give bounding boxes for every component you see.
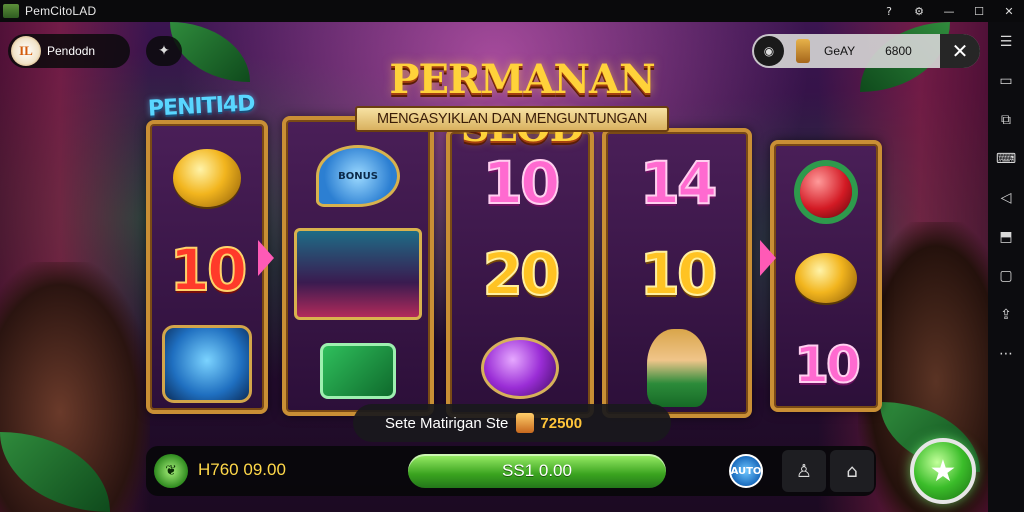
reel-symbol-coin <box>774 236 878 320</box>
window-titlebar: PemCitoLAD ? ⚙ — ☐ ✕ <box>0 0 1024 22</box>
reel-symbol-number: 10 <box>169 236 249 304</box>
home-button[interactable]: ⌂ <box>830 450 874 492</box>
help-icon[interactable]: ? <box>874 0 904 22</box>
win-display: Sete Matirigan Ste 72500 <box>353 404 671 442</box>
reel-symbol-number: 10 <box>482 149 562 217</box>
reel-2: BONUS <box>282 116 434 416</box>
menu-icon[interactable]: ☰ <box>988 22 1024 61</box>
reel-3: 10 20 <box>446 128 594 418</box>
game-stage: 10 BONUS 10 20 14 10 10 IL Pendodn ✦ PEN… <box>0 22 988 512</box>
reel-5: 10 <box>770 140 882 412</box>
player-name: Pendodn <box>47 44 96 58</box>
reel-symbol-number: 10 <box>793 336 862 394</box>
balance-value: 6800 <box>885 44 912 58</box>
reel-4: 14 10 <box>602 128 752 418</box>
sound-icon[interactable]: ◉ <box>754 36 784 66</box>
autoplay-button[interactable]: AUTO <box>729 454 763 488</box>
chip-icon <box>516 413 535 433</box>
reel-symbol-number: 10 <box>639 240 719 308</box>
app-icon <box>3 4 19 18</box>
win-label: Sete Matirigan Ste <box>385 414 509 432</box>
reel-symbol-pad <box>286 330 430 412</box>
payline-arrow-left <box>258 240 274 276</box>
game-title: PERMANAN SLOD <box>389 56 655 151</box>
credit-balance: H760 09.00 <box>198 460 286 479</box>
reel-symbol-elf <box>606 322 748 414</box>
external-icon[interactable]: ⧉ <box>988 100 1024 139</box>
settings-icon[interactable]: ⚙ <box>904 0 934 22</box>
reel-symbol-purple <box>450 322 590 414</box>
close-window-icon[interactable]: ✕ <box>994 0 1024 22</box>
bonus-button[interactable]: ✦ <box>146 36 182 66</box>
reel-symbol-number: 14 <box>639 149 719 217</box>
win-value: 72500 <box>540 414 583 432</box>
folder-icon[interactable]: ▢ <box>988 256 1024 295</box>
bet-button[interactable]: SS1 0.00 <box>408 454 666 488</box>
spin-icon: ★ <box>929 453 957 489</box>
game-subtitle: MENGASYIKLAN DAN MENGUNTUNGAN <box>376 111 648 127</box>
gift-icon: ✦ <box>158 43 170 59</box>
minimize-icon[interactable]: — <box>934 0 964 22</box>
back-icon[interactable]: ◁ <box>988 178 1024 217</box>
reel-symbol-face <box>150 318 264 410</box>
window-controls: ? ⚙ — ☐ ✕ <box>874 0 1024 22</box>
reel-symbol-lady <box>286 220 430 328</box>
more-icon[interactable]: ⋯ <box>988 334 1024 373</box>
window-icon[interactable]: ▭ <box>988 61 1024 100</box>
reel-symbol-gem <box>774 150 878 234</box>
reel-1: 10 <box>146 120 268 414</box>
spin-button[interactable]: ★ <box>910 438 976 504</box>
keyboard-icon[interactable]: ⌨ <box>988 139 1024 178</box>
window-title: PemCitoLAD <box>25 4 97 18</box>
home-icon: ⌂ <box>846 460 858 482</box>
reel-symbol-coin <box>150 134 264 222</box>
maximize-icon[interactable]: ☐ <box>964 0 994 22</box>
title-ribbon: MENGASYIKLAN DAN MENGUNTUNGAN <box>355 106 669 132</box>
control-bar: ❦ H760 09.00 SS1 0.00 AUTO ♙ ⌂ <box>146 446 876 496</box>
user-icon: ♙ <box>795 460 813 482</box>
coin-icon <box>796 39 810 63</box>
profile-button[interactable]: ♙ <box>782 450 826 492</box>
avatar: IL <box>11 36 41 66</box>
screenshot-icon[interactable]: ⬒ <box>988 217 1024 256</box>
emulator-sidebar: ☰ ▭ ⧉ ⌨ ◁ ⬒ ▢ ⇪ ⋯ <box>988 22 1024 512</box>
balance-label: GeAY <box>824 44 856 58</box>
close-game-button[interactable]: ✕ <box>940 34 980 68</box>
balance-hud: ◉ GeAY 6800 ✕ <box>752 34 980 68</box>
wallet-icon: ❦ <box>154 454 188 488</box>
apk-icon[interactable]: ⇪ <box>988 295 1024 334</box>
player-badge[interactable]: IL Pendodn <box>8 34 130 68</box>
reel-symbol-number: 20 <box>482 240 562 308</box>
payline-arrow-right <box>760 240 776 276</box>
